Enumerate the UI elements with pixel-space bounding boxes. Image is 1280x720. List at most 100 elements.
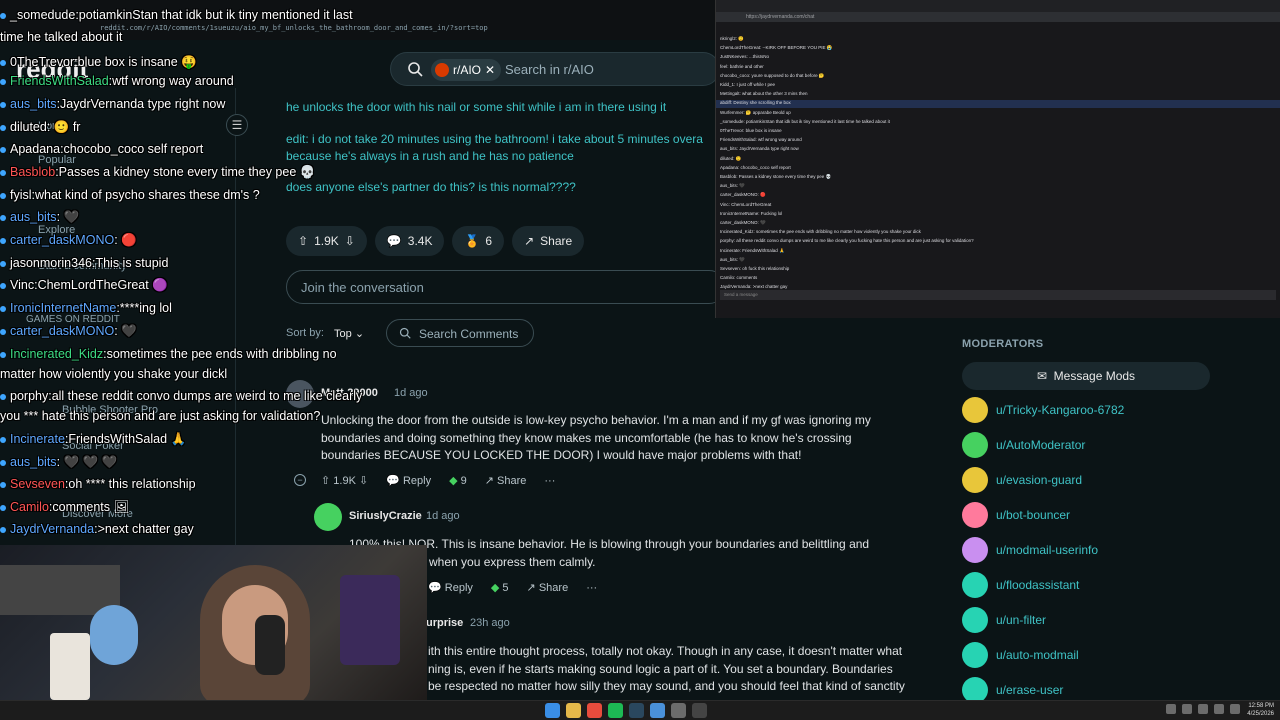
comment-author[interactable]: SiriuslyCrazie [349, 510, 422, 522]
nav-bubble-shooter[interactable]: Bubble Shooter Pro [62, 404, 158, 416]
downvote-icon[interactable]: ⇩ [345, 234, 355, 248]
vote-pill[interactable]: ⇧ 1.9K ⇩ [286, 226, 367, 256]
moderator-name[interactable]: u/AutoModerator [996, 438, 1085, 452]
microphone [255, 615, 285, 675]
reply-button[interactable]: 💬 Reply [428, 581, 473, 594]
comment-line: ning is, even if he starts making sound … [428, 661, 893, 676]
moderator-item[interactable]: u/modmail-userinfo [962, 536, 1098, 564]
popout-chat-line: Camilo: comments [720, 275, 758, 281]
close-icon[interactable]: ✕ [485, 63, 495, 77]
popout-chat-line: _somedude: potiamkinStan that idk but ik… [720, 118, 890, 124]
popout-chat-line: ChemLordTheGreat: --KIRK OFF BEFORE YOU … [720, 45, 833, 51]
moderator-name[interactable]: u/modmail-userinfo [996, 543, 1098, 557]
nav-explore[interactable]: Explore [38, 224, 75, 236]
steam-icon[interactable] [629, 703, 644, 718]
moderator-item[interactable]: u/bot-bouncer [962, 501, 1070, 529]
tray-icon[interactable] [1198, 704, 1208, 714]
moderator-item[interactable]: u/evasion-guard [962, 466, 1082, 494]
file-explorer-icon[interactable] [566, 703, 581, 718]
tray-icon[interactable] [1166, 704, 1176, 714]
reddit-logo[interactable]: reddit [16, 54, 88, 85]
search-comments-input[interactable]: Search Comments [386, 319, 534, 347]
menu-icon: ☰ [231, 118, 243, 132]
sort-dropdown[interactable]: Top ⌄ [334, 327, 364, 340]
collapse-thread-icon[interactable]: − [294, 474, 306, 486]
comment-line: Unlocking the door from the outside is l… [321, 413, 871, 427]
taskbar-clock[interactable]: 12:58 PM 4/25/2026 [1247, 702, 1274, 718]
settings-icon[interactable] [671, 703, 686, 718]
comment-body: ith this entire thought process, totally… [428, 643, 905, 696]
moderator-item[interactable]: u/Tricky-Kangaroo-6782 [962, 396, 1124, 424]
moderator-item[interactable]: u/un-filter [962, 606, 1046, 634]
plush-toy [90, 605, 138, 665]
award-button[interactable]: ◆ 5 [491, 581, 509, 594]
moderator-name[interactable]: u/floodassistant [996, 578, 1079, 592]
windows-taskbar: 12:58 PM 4/25/2026 [0, 700, 1280, 720]
tray-icon[interactable] [1214, 704, 1224, 714]
clock-date: 4/25/2026 [1247, 711, 1274, 717]
popout-chat-line: aus_bits: 🖤 [720, 256, 745, 262]
popout-chat-line: Kidd_1: I just off while I pee [720, 82, 775, 87]
avatar[interactable] [286, 380, 314, 408]
nav-start-community[interactable]: Start a community [38, 260, 127, 272]
windows-start-icon[interactable] [545, 703, 560, 718]
share-button[interactable]: ↗ Share [485, 474, 527, 487]
comment-author[interactable]: urprise [426, 617, 463, 629]
background-light [340, 575, 400, 665]
coffee-cup [50, 633, 90, 700]
app-icon[interactable] [692, 703, 707, 718]
moderator-item[interactable]: u/AutoModerator [962, 431, 1085, 459]
comment-line: boundaries and doing something they know… [321, 430, 852, 445]
tray-icon[interactable] [1182, 704, 1192, 714]
moderator-name[interactable]: u/auto-modmail [996, 648, 1079, 662]
nav-discover-more[interactable]: Discover More [62, 508, 133, 520]
join-conversation-input[interactable]: Join the conversation [286, 270, 726, 304]
popout-address-bar[interactable]: https://jaydrvernanda.com/chat [716, 12, 1280, 22]
chrome-icon[interactable] [587, 703, 602, 718]
more-options-icon[interactable]: ··· [544, 475, 555, 487]
comments-button[interactable]: 💬 3.4K [374, 226, 445, 256]
spotify-icon[interactable] [608, 703, 623, 718]
downvote-icon[interactable]: ⇩ [359, 475, 368, 487]
comment-actions: 💬 Reply ◆ 5 ↗ Share ··· [428, 581, 597, 595]
reply-label: Reply [444, 582, 473, 594]
avatar[interactable] [314, 503, 342, 531]
browser-tabs[interactable] [716, 0, 1280, 12]
search-bar[interactable]: r/AIO ✕ Search in r/AIO [390, 52, 720, 86]
moderator-name[interactable]: u/erase-user [996, 683, 1063, 697]
search-input[interactable]: Search in r/AIO [505, 62, 594, 77]
reply-button[interactable]: 💬 Reply [386, 474, 431, 487]
share-button[interactable]: ↗ Share [512, 226, 585, 256]
comment-author[interactable]: Matt-29000 [321, 387, 378, 399]
award-button[interactable]: 🏅 6 [452, 226, 505, 256]
mail-icon: ✉ [1036, 369, 1047, 383]
chat-popout-window: https://jaydrvernanda.com/chat nkringl2:… [715, 0, 1280, 318]
share-button[interactable]: ↗ Share [527, 581, 569, 594]
avatar [962, 502, 988, 528]
moderator-name[interactable]: u/un-filter [996, 613, 1046, 627]
moderator-name[interactable]: u/evasion-guard [996, 473, 1082, 487]
chat-input[interactable]: Send a message [720, 290, 1276, 300]
moderator-item[interactable]: u/floodassistant [962, 571, 1079, 599]
upvote-icon[interactable]: ⇧ [298, 234, 308, 248]
popout-chat-line: carter_daskMONO: 🖤 [720, 220, 766, 225]
message-mods-button[interactable]: ✉ Message Mods [962, 362, 1210, 390]
vote-control[interactable]: ⇧ 1.9K ⇩ [321, 474, 368, 487]
subreddit-chip[interactable]: r/AIO ✕ [431, 59, 502, 81]
upvote-icon[interactable]: ⇧ [321, 475, 330, 487]
moderator-name[interactable]: u/Tricky-Kangaroo-6782 [996, 403, 1124, 417]
taskbar-apps [545, 703, 707, 718]
moderator-item[interactable]: u/auto-modmail [962, 641, 1079, 669]
collapse-nav-button[interactable]: ☰ [226, 114, 248, 136]
address-bar[interactable]: reddit.com/r/AIO/comments/1sueuzu/aio_my… [100, 24, 488, 32]
volume-icon[interactable] [1230, 704, 1240, 714]
more-options-icon[interactable]: ··· [586, 582, 597, 594]
popout-chat-line: Wurfemmer: 🤔 apparabe Beold up [720, 109, 791, 115]
app-icon[interactable] [650, 703, 665, 718]
award-button[interactable]: ◆ 9 [449, 474, 467, 487]
popout-chat-line: abdiff: Destiny she scrolling the box [720, 100, 791, 106]
nav-popular[interactable]: Popular [38, 154, 76, 166]
moderator-name[interactable]: u/bot-bouncer [996, 508, 1070, 522]
nav-social-poker[interactable]: Social Poker [62, 440, 124, 452]
nav-home[interactable]: Home [38, 120, 67, 132]
